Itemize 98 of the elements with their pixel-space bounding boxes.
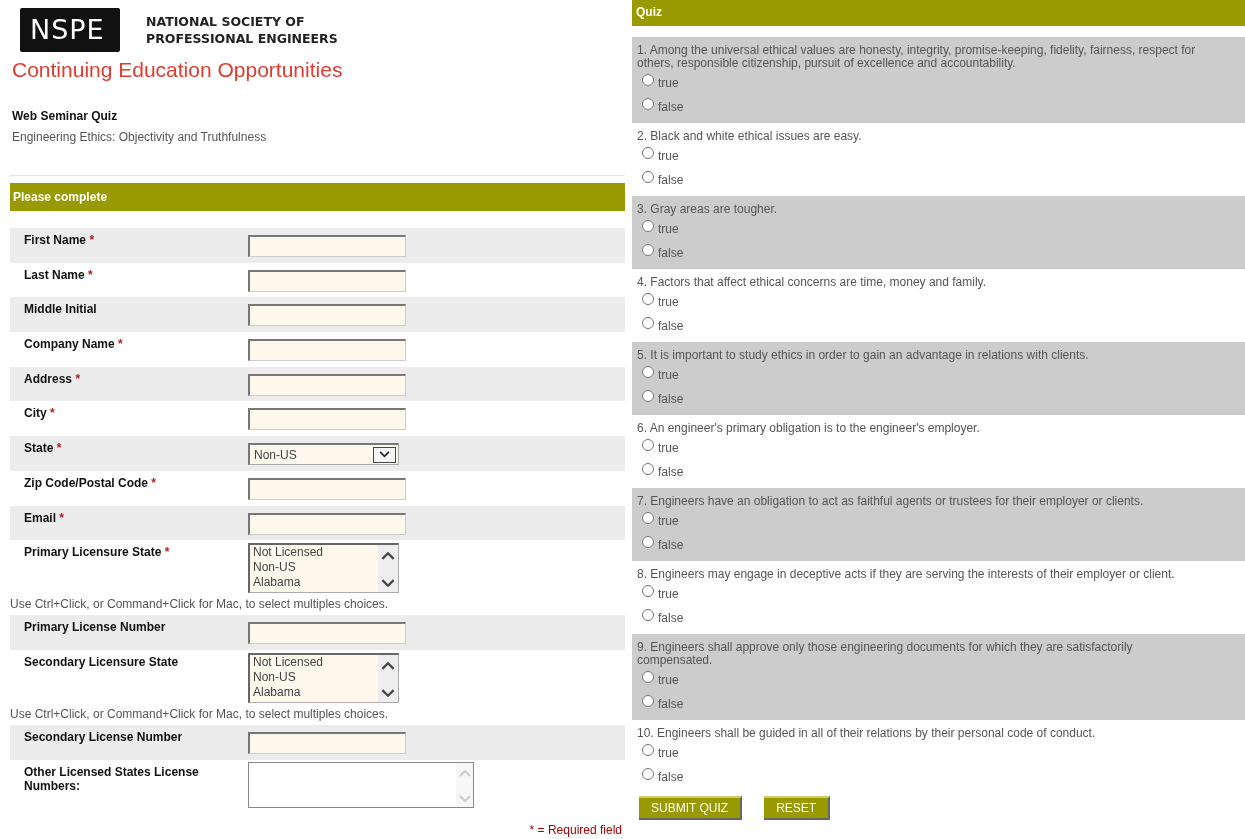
radio-button[interactable] <box>642 147 654 159</box>
question-text: 5. It is important to study ethics in order to gain an advantage in relations with clients. <box>637 349 1090 362</box>
radio-button[interactable] <box>642 439 654 451</box>
radio-button[interactable] <box>642 671 654 683</box>
page-title: Continuing Education Opportunities <box>12 58 344 82</box>
required-note: * = Required field <box>529 822 622 837</box>
field-label: Company Name * <box>23 336 124 354</box>
question-text: 2. Black and white ethical issues are easy. <box>637 130 863 143</box>
list-option[interactable]: Not Licensed <box>253 545 378 561</box>
quiz-name: Web Seminar Quiz <box>12 109 119 123</box>
field-label: Secondary Licensure State <box>23 653 180 671</box>
text-field[interactable] <box>248 731 406 754</box>
text-field[interactable] <box>248 512 406 535</box>
field-label: Email * <box>23 509 66 527</box>
scroll-up-icon[interactable] <box>381 660 395 670</box>
field-label: First Name * <box>23 232 96 249</box>
section-header: Please complete <box>10 183 625 211</box>
question-text: 1. Among the universal ethical values are honesty, integrity, promise-keeping, fidelity, fairness, respect for others, responsible citizenship, pursuit of excellence and accountability. <box>637 44 1197 70</box>
list-option[interactable]: Non-US <box>253 669 378 685</box>
text-field[interactable] <box>248 373 406 396</box>
text-field[interactable] <box>248 269 406 292</box>
radio-button[interactable] <box>642 695 654 707</box>
option-label: true <box>658 587 679 601</box>
state-dropdown[interactable]: Non-US <box>248 443 399 466</box>
radio-button[interactable] <box>642 609 654 621</box>
option-label: true <box>658 514 679 528</box>
option-label: false <box>658 100 684 114</box>
radio-button[interactable] <box>642 768 654 780</box>
option-label: true <box>658 295 679 309</box>
field-label: Primary Licensure State * <box>23 544 171 562</box>
option-label: false <box>658 392 684 406</box>
radio-button[interactable] <box>642 293 654 305</box>
radio-button[interactable] <box>642 585 654 597</box>
radio-button[interactable] <box>642 317 654 329</box>
question-text: 4. Factors that affect ethical concerns are time, money and family. <box>637 276 988 289</box>
section-header: Quiz <box>632 0 1245 26</box>
radio-button[interactable] <box>642 512 654 524</box>
question-text: 10. Engineers shall be guided in all of their relations by their personal code of conduct. <box>637 727 1097 740</box>
state-listbox[interactable]: Not Licensed Non-US Alabama <box>248 652 399 703</box>
radio-button[interactable] <box>642 98 654 110</box>
field-label: Address * <box>23 370 82 388</box>
option-label: false <box>658 538 684 552</box>
scroll-down-icon[interactable] <box>381 688 395 698</box>
question-text: 8. Engineers may engage in deceptive acts if they are serving the interests of their employer or client. <box>637 568 1176 581</box>
hint-text: Use Ctrl+Click, or Command+Click for Mac, to select multiples choices. <box>10 596 390 614</box>
option-label: false <box>658 465 684 479</box>
radio-button[interactable] <box>642 390 654 402</box>
option-label: false <box>658 697 684 711</box>
field-label: State * <box>23 440 63 458</box>
scroll-up-icon[interactable] <box>381 551 395 561</box>
option-label: true <box>658 76 679 90</box>
text-field[interactable] <box>248 477 406 500</box>
text-field[interactable] <box>248 408 406 431</box>
radio-button[interactable] <box>642 244 654 256</box>
option-label: false <box>658 770 684 784</box>
option-label: true <box>658 149 679 163</box>
radio-button[interactable] <box>642 744 654 756</box>
field-label: Other Licensed States License Numbers: <box>23 763 200 795</box>
question-text: 9. Engineers shall approve only those engineering documents for which they are satisfactorily compensated. <box>637 641 1134 667</box>
option-label: false <box>658 319 684 333</box>
course-title: Engineering Ethics: Objectivity and Truthfulness <box>12 130 268 144</box>
option-label: true <box>658 746 679 760</box>
radio-button[interactable] <box>642 366 654 378</box>
radio-button[interactable] <box>642 220 654 232</box>
option-label: false <box>658 611 684 625</box>
option-label: true <box>658 222 679 236</box>
text-field[interactable] <box>248 339 406 362</box>
society-name: PROFESSIONAL ENGINEERS <box>146 30 338 47</box>
field-label: Primary License Number <box>23 619 167 637</box>
scroll-down-icon[interactable] <box>381 579 395 589</box>
question-text: 6. An engineer's primary obligation is to the engineer's employer. <box>637 422 981 435</box>
list-option[interactable]: Not Licensed <box>253 654 378 670</box>
text-field[interactable] <box>248 235 406 257</box>
list-option[interactable]: Alabama <box>253 575 378 591</box>
field-label: Zip Code/Postal Code * <box>23 474 158 492</box>
option-label: true <box>658 368 679 382</box>
society-name: NATIONAL SOCIETY OF <box>146 13 306 30</box>
field-label: City * <box>23 405 56 423</box>
text-field[interactable] <box>248 304 406 327</box>
option-label: false <box>658 173 684 187</box>
field-label: Last Name * <box>23 266 94 284</box>
field-label: Secondary License Number <box>23 728 184 746</box>
radio-button[interactable] <box>642 463 654 475</box>
state-listbox[interactable]: Not Licensed Non-US Alabama <box>248 543 399 594</box>
hint-text: Use Ctrl+Click, or Command+Click for Mac, to select multiples choices. <box>10 705 390 723</box>
radio-button[interactable] <box>642 171 654 183</box>
question-text: 3. Gray areas are tougher. <box>637 203 779 216</box>
option-label: true <box>658 673 679 687</box>
field-label: Middle Initial <box>23 301 98 319</box>
list-option[interactable]: Alabama <box>253 684 378 700</box>
logo: NSPE <box>20 8 120 52</box>
question-text: 7. Engineers have an obligation to act as faithful agents or trustees for their employer or clients. <box>637 495 1145 508</box>
option-label: false <box>658 246 684 260</box>
radio-button[interactable] <box>642 536 654 548</box>
text-field[interactable] <box>248 622 406 645</box>
radio-button[interactable] <box>642 74 654 86</box>
option-label: true <box>658 441 679 455</box>
list-option[interactable]: Non-US <box>253 560 378 576</box>
